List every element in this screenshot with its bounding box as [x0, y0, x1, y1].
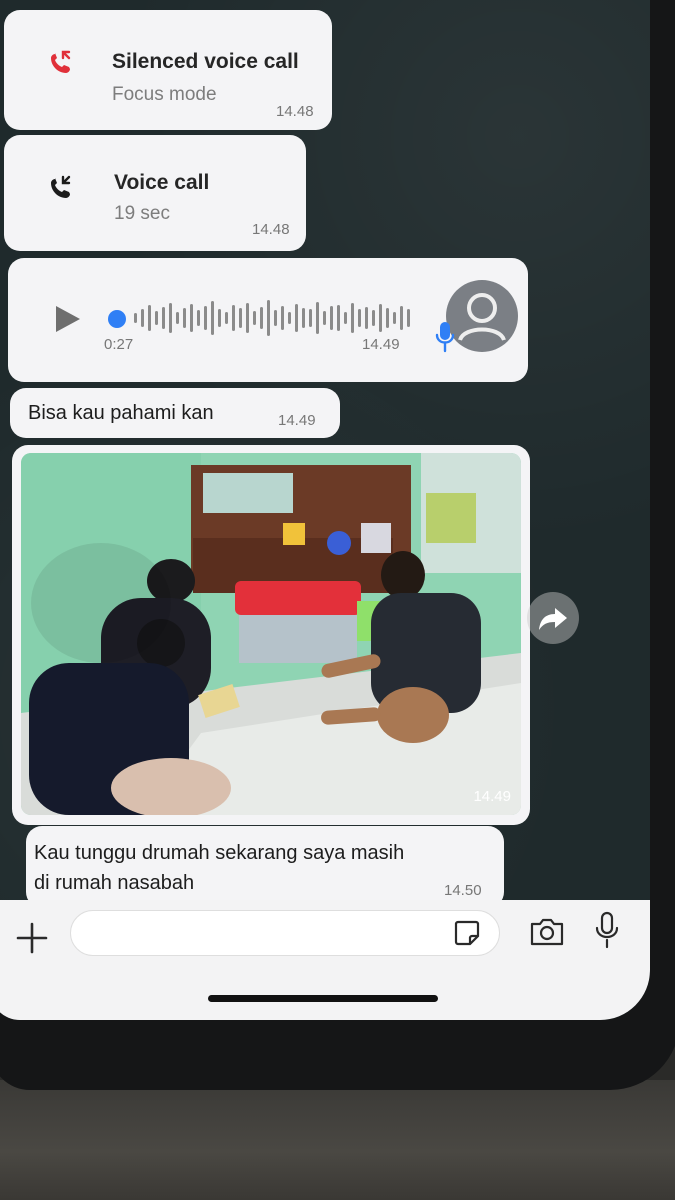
message-time: 14.49: [278, 412, 316, 429]
waveform-bar: [407, 309, 410, 327]
call-title: Voice call: [114, 171, 210, 194]
waveform-bar: [309, 309, 312, 327]
waveform-bar: [288, 312, 291, 324]
message-text-line1: Kau tunggu drumah sekarang saya masih: [34, 842, 405, 864]
waveform-bar: [400, 306, 403, 330]
waveform-bar: [225, 312, 228, 324]
message-time: 14.48: [276, 103, 314, 120]
waveform-bar: [260, 307, 263, 329]
waveform-bar: [295, 304, 298, 332]
waveform-bar: [365, 307, 368, 329]
waveform-bar: [204, 306, 207, 330]
chat-screen: Silenced voice call Focus mode 14.48 Voi…: [0, 0, 650, 1020]
waveform-bar: [218, 309, 221, 327]
waveform-bar: [211, 301, 214, 335]
message-text: Bisa kau pahami kan: [28, 402, 214, 424]
waveform-bar: [302, 308, 305, 328]
message-time: 14.48: [252, 221, 290, 238]
waveform-bar: [358, 309, 361, 327]
call-title: Silenced voice call: [112, 50, 299, 73]
waveform-bar: [351, 303, 354, 333]
incoming-call-icon: [51, 175, 71, 198]
voice-call-bubble[interactable]: Voice call 19 sec 14.48: [4, 135, 306, 251]
waveform-bar: [246, 303, 249, 333]
waveform-bar: [393, 312, 396, 324]
share-arrow-icon: [539, 608, 567, 630]
message-time: 14.50: [444, 882, 482, 899]
waveform: [134, 300, 410, 336]
waveform-bar: [379, 304, 382, 332]
waveform-bar: [134, 313, 137, 323]
home-indicator[interactable]: [208, 995, 438, 1002]
avatar[interactable]: [446, 280, 518, 352]
waveform-bar: [232, 305, 235, 331]
plus-icon[interactable]: [14, 920, 50, 956]
waveform-bar: [253, 311, 256, 325]
photo-image[interactable]: 14.49: [21, 453, 521, 815]
waveform-bar: [169, 303, 172, 333]
waveform-bar: [344, 312, 347, 324]
waveform-bar: [323, 311, 326, 325]
waveform-bar: [267, 300, 270, 336]
waveform-bar: [386, 308, 389, 328]
waveform-bar: [155, 311, 158, 325]
silenced-call-bubble[interactable]: Silenced voice call Focus mode 14.48: [4, 10, 332, 130]
mic-icon: [435, 322, 455, 353]
microphone-icon[interactable]: [594, 910, 620, 950]
message-time: 14.49: [362, 336, 400, 353]
sticker-icon[interactable]: [452, 918, 482, 948]
waveform-bar: [274, 310, 277, 326]
call-subtitle: Focus mode: [112, 84, 217, 105]
phone-frame: Silenced voice call Focus mode 14.48 Voi…: [0, 0, 675, 1090]
forward-button[interactable]: [527, 592, 579, 644]
waveform-bar: [239, 308, 242, 328]
message-input[interactable]: [70, 910, 500, 956]
person-icon: [458, 293, 506, 341]
waveform-bar: [176, 312, 179, 324]
call-subtitle: 19 sec: [114, 203, 170, 224]
waveform-bar: [162, 307, 165, 329]
message-text-line2: di rumah nasabah: [34, 872, 195, 894]
missed-call-icon: [51, 50, 71, 73]
photo-content: [21, 453, 521, 815]
photo-time: 14.49: [473, 788, 511, 805]
waveform-bar: [316, 302, 319, 334]
text-message-bubble[interactable]: Kau tunggu drumah sekarang saya masih di…: [26, 826, 504, 908]
play-button[interactable]: [56, 306, 80, 332]
waveform-bar: [197, 310, 200, 326]
waveform-bar: [281, 306, 284, 330]
camera-icon[interactable]: [528, 916, 566, 948]
waveform-bar: [330, 306, 333, 330]
background-floor: [0, 1080, 675, 1200]
waveform-bar: [141, 309, 144, 327]
photo-message-bubble[interactable]: 14.49: [12, 445, 530, 825]
message-input-bar: [0, 900, 650, 1020]
text-message-bubble[interactable]: Bisa kau pahami kan 14.49: [10, 388, 340, 438]
waveform-bar: [148, 305, 151, 331]
waveform-bar: [190, 304, 193, 332]
voice-note-bubble: 0:27 14.49: [8, 258, 528, 382]
voice-duration: 0:27: [104, 336, 134, 353]
waveform-bar: [183, 308, 186, 328]
waveform-bar: [337, 305, 340, 331]
playback-scrubber[interactable]: [108, 310, 126, 328]
waveform-bar: [372, 310, 375, 326]
